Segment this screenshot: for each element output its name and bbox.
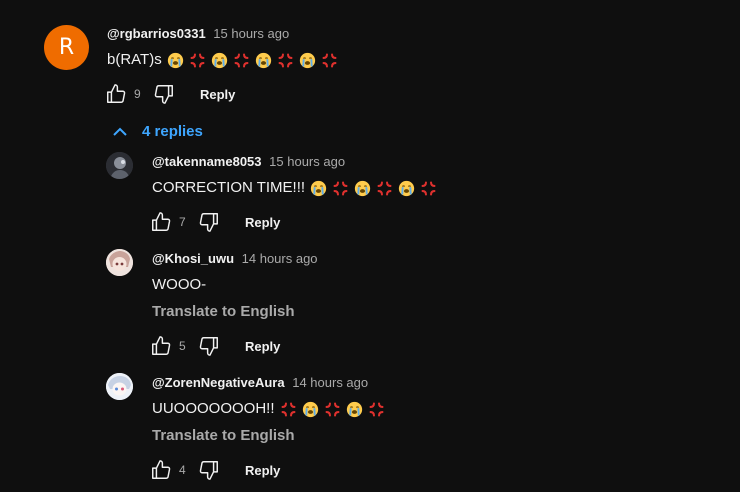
reply-author[interactable]: @ZorenNegativeAura bbox=[152, 375, 285, 390]
loudly-crying-face-icon bbox=[299, 52, 316, 69]
anger-symbol-icon bbox=[368, 401, 385, 418]
thumbs-up-icon bbox=[107, 84, 126, 103]
dislike-button[interactable] bbox=[197, 458, 221, 482]
like-count: 7 bbox=[179, 215, 186, 229]
reply-time[interactable]: 15 hours ago bbox=[269, 154, 345, 169]
reply-text: UUOOOOOOOH!! bbox=[152, 400, 385, 418]
loudly-crying-face-icon bbox=[346, 401, 363, 418]
like-count: 9 bbox=[134, 87, 141, 101]
thumbs-up-icon bbox=[152, 212, 171, 231]
emoji-row bbox=[305, 179, 437, 197]
anger-symbol-icon bbox=[324, 401, 341, 418]
translate-button[interactable]: Translate to English bbox=[152, 427, 295, 444]
comment-time[interactable]: 15 hours ago bbox=[213, 26, 289, 41]
reply-author[interactable]: @Khosi_uwu bbox=[152, 251, 234, 266]
reply-text-content: WOOO- bbox=[152, 276, 207, 293]
anger-symbol-icon bbox=[277, 52, 294, 69]
loudly-crying-face-icon bbox=[310, 180, 327, 197]
loudly-crying-face-icon bbox=[211, 52, 228, 69]
comment-text-content: b(RAT)s bbox=[107, 51, 162, 69]
like-button[interactable] bbox=[104, 82, 128, 106]
thumbs-down-icon bbox=[154, 85, 173, 104]
chevron-up-icon bbox=[113, 127, 127, 136]
replies-count-label: 4 replies bbox=[142, 123, 203, 140]
comment-author[interactable]: @rgbarrios0331 bbox=[107, 26, 206, 41]
reply-text-content: CORRECTION TIME!!! bbox=[152, 179, 306, 197]
reply-button[interactable]: Reply bbox=[245, 463, 280, 478]
comment-actions: 9 Reply bbox=[104, 82, 235, 106]
avatar[interactable] bbox=[106, 373, 133, 400]
reply-actions: 4 Reply bbox=[149, 458, 280, 482]
anger-symbol-icon bbox=[332, 180, 349, 197]
avatar-image-icon bbox=[106, 373, 133, 400]
reply-actions: 7 Reply bbox=[149, 210, 280, 234]
reply-time[interactable]: 14 hours ago bbox=[242, 251, 318, 266]
like-button[interactable] bbox=[149, 458, 173, 482]
reply-author[interactable]: @takenname8053 bbox=[152, 154, 262, 169]
anger-symbol-icon bbox=[189, 52, 206, 69]
thumbs-up-icon bbox=[152, 460, 171, 479]
reply-actions: 5 Reply bbox=[149, 334, 280, 358]
loudly-crying-face-icon bbox=[302, 401, 319, 418]
reply-header: @ZorenNegativeAura 14 hours ago bbox=[152, 375, 368, 390]
avatar[interactable]: R bbox=[44, 25, 89, 70]
anger-symbol-icon bbox=[376, 180, 393, 197]
reply-header: @takenname8053 15 hours ago bbox=[152, 154, 345, 169]
dislike-button[interactable] bbox=[197, 334, 221, 358]
like-button[interactable] bbox=[149, 210, 173, 234]
reply-button[interactable]: Reply bbox=[200, 87, 235, 102]
replies-toggle-button[interactable]: 4 replies bbox=[112, 123, 203, 140]
reply-text: CORRECTION TIME!!! bbox=[152, 179, 437, 197]
loudly-crying-face-icon bbox=[398, 180, 415, 197]
translate-button[interactable]: Translate to English bbox=[152, 303, 295, 320]
reply-text: WOOO- bbox=[152, 276, 206, 293]
anger-symbol-icon bbox=[321, 52, 338, 69]
reply-button[interactable]: Reply bbox=[245, 339, 280, 354]
comments-section: R @rgbarrios0331 15 hours ago b(RAT)s 9 … bbox=[0, 0, 740, 492]
thumbs-down-icon bbox=[199, 213, 218, 232]
dislike-button[interactable] bbox=[152, 82, 176, 106]
loudly-crying-face-icon bbox=[167, 52, 184, 69]
reply-time[interactable]: 14 hours ago bbox=[292, 375, 368, 390]
avatar-image-icon bbox=[106, 152, 133, 179]
like-count: 4 bbox=[179, 463, 186, 477]
reply-header: @Khosi_uwu 14 hours ago bbox=[152, 251, 318, 266]
comment-header: @rgbarrios0331 15 hours ago bbox=[107, 26, 289, 41]
loudly-crying-face-icon bbox=[255, 52, 272, 69]
reply-button[interactable]: Reply bbox=[245, 215, 280, 230]
thumbs-down-icon bbox=[199, 461, 218, 480]
emoji-row bbox=[275, 400, 385, 418]
comment-text: b(RAT)s bbox=[107, 51, 338, 69]
anger-symbol-icon bbox=[420, 180, 437, 197]
avatar[interactable] bbox=[106, 152, 133, 179]
avatar-image-icon bbox=[106, 249, 133, 276]
emoji-row bbox=[162, 51, 338, 69]
loudly-crying-face-icon bbox=[354, 180, 371, 197]
dislike-button[interactable] bbox=[197, 210, 221, 234]
anger-symbol-icon bbox=[280, 401, 297, 418]
thumbs-up-icon bbox=[152, 336, 171, 355]
avatar[interactable] bbox=[106, 249, 133, 276]
reply-text-content: UUOOOOOOOH!! bbox=[152, 400, 275, 418]
like-button[interactable] bbox=[149, 334, 173, 358]
avatar-letter: R bbox=[58, 35, 75, 60]
thumbs-down-icon bbox=[199, 337, 218, 356]
anger-symbol-icon bbox=[233, 52, 250, 69]
like-count: 5 bbox=[179, 339, 186, 353]
